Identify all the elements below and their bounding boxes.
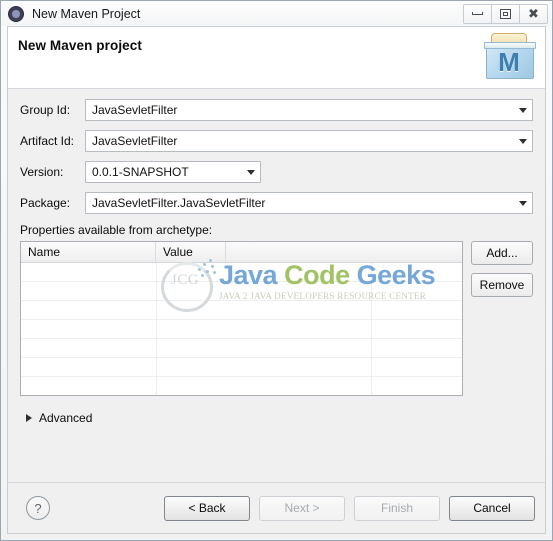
advanced-label: Advanced [39, 411, 93, 425]
chevron-down-icon[interactable] [514, 107, 532, 113]
banner: New Maven project M [8, 27, 545, 89]
table-row[interactable] [21, 339, 462, 358]
maven-project-icon: M [483, 31, 536, 81]
table-row[interactable] [21, 301, 462, 320]
dialog-content-area: New Maven project M Group Id: JavaSevlet… [7, 26, 546, 482]
page-title: New Maven project [18, 38, 142, 53]
new-maven-project-dialog: New Maven Project ✖ New Maven project M [0, 0, 553, 541]
table-row[interactable] [21, 320, 462, 339]
version-value: 0.0.1-SNAPSHOT [92, 165, 189, 179]
next-button: Next > [259, 495, 345, 521]
advanced-section-toggle[interactable]: Advanced [20, 411, 533, 425]
table-row[interactable] [21, 358, 462, 377]
table-row[interactable] [21, 377, 462, 395]
package-row: Package: JavaSevletFilter.JavaSevletFilt… [20, 192, 533, 214]
window-controls: ✖ [463, 3, 548, 24]
artifact-id-combo[interactable]: JavaSevletFilter [85, 130, 533, 152]
properties-label: Properties available from archetype: [20, 223, 213, 237]
package-value: JavaSevletFilter.JavaSevletFilter [92, 196, 266, 210]
table-body [21, 263, 462, 395]
package-combo[interactable]: JavaSevletFilter.JavaSevletFilter [85, 192, 533, 214]
properties-table-area: Name Value JCG Java Code Geeks JAVA 2 JA… [20, 241, 533, 396]
chevron-down-icon[interactable] [242, 169, 260, 175]
remove-property-button[interactable]: Remove [471, 273, 533, 297]
table-row[interactable] [21, 282, 462, 301]
group-id-row: Group Id: JavaSevletFilter [20, 99, 533, 121]
dialog-footer: ? < Back Next > Finish Cancel [7, 482, 546, 534]
restore-icon [500, 8, 511, 19]
close-icon: ✖ [528, 6, 539, 21]
triangle-right-icon [26, 414, 32, 422]
table-side-buttons: Add... Remove [471, 241, 533, 305]
version-label: Version: [20, 165, 64, 179]
column-header-extra[interactable] [226, 242, 462, 262]
artifact-id-row: Artifact Id: JavaSevletFilter [20, 130, 533, 152]
artifact-id-label: Artifact Id: [20, 134, 75, 148]
eclipse-gear-icon [8, 6, 24, 22]
package-label: Package: [20, 196, 71, 210]
properties-table[interactable]: Name Value JCG Java Code Geeks JAVA 2 JA… [20, 241, 463, 396]
version-row: Version: 0.0.1-SNAPSHOT [20, 161, 533, 183]
maven-icon-letter: M [498, 47, 520, 77]
restore-button[interactable] [491, 3, 520, 24]
group-id-combo[interactable]: JavaSevletFilter [85, 99, 533, 121]
chevron-down-icon[interactable] [514, 138, 532, 144]
title-bar: New Maven Project ✖ [1, 1, 552, 26]
close-button[interactable]: ✖ [519, 3, 548, 24]
help-question-icon[interactable]: ? [26, 496, 50, 520]
group-id-value: JavaSevletFilter [92, 103, 178, 117]
version-combo[interactable]: 0.0.1-SNAPSHOT [85, 161, 261, 183]
column-header-value[interactable]: Value [156, 242, 226, 262]
column-divider [156, 263, 157, 395]
group-id-label: Group Id: [20, 103, 71, 117]
minimize-icon [472, 12, 483, 15]
artifact-id-value: JavaSevletFilter [92, 134, 178, 148]
chevron-down-icon[interactable] [514, 200, 532, 206]
finish-button: Finish [354, 495, 440, 521]
window-title: New Maven Project [32, 6, 141, 21]
back-button[interactable]: < Back [164, 495, 250, 521]
add-property-button[interactable]: Add... [471, 241, 533, 265]
column-divider [371, 263, 372, 395]
form-area: Group Id: JavaSevletFilter Artifact Id: … [8, 89, 545, 482]
table-row[interactable] [21, 263, 462, 282]
table-header: Name Value [21, 242, 462, 263]
cancel-button[interactable]: Cancel [449, 495, 535, 521]
minimize-button[interactable] [463, 3, 492, 24]
column-header-name[interactable]: Name [21, 242, 156, 262]
